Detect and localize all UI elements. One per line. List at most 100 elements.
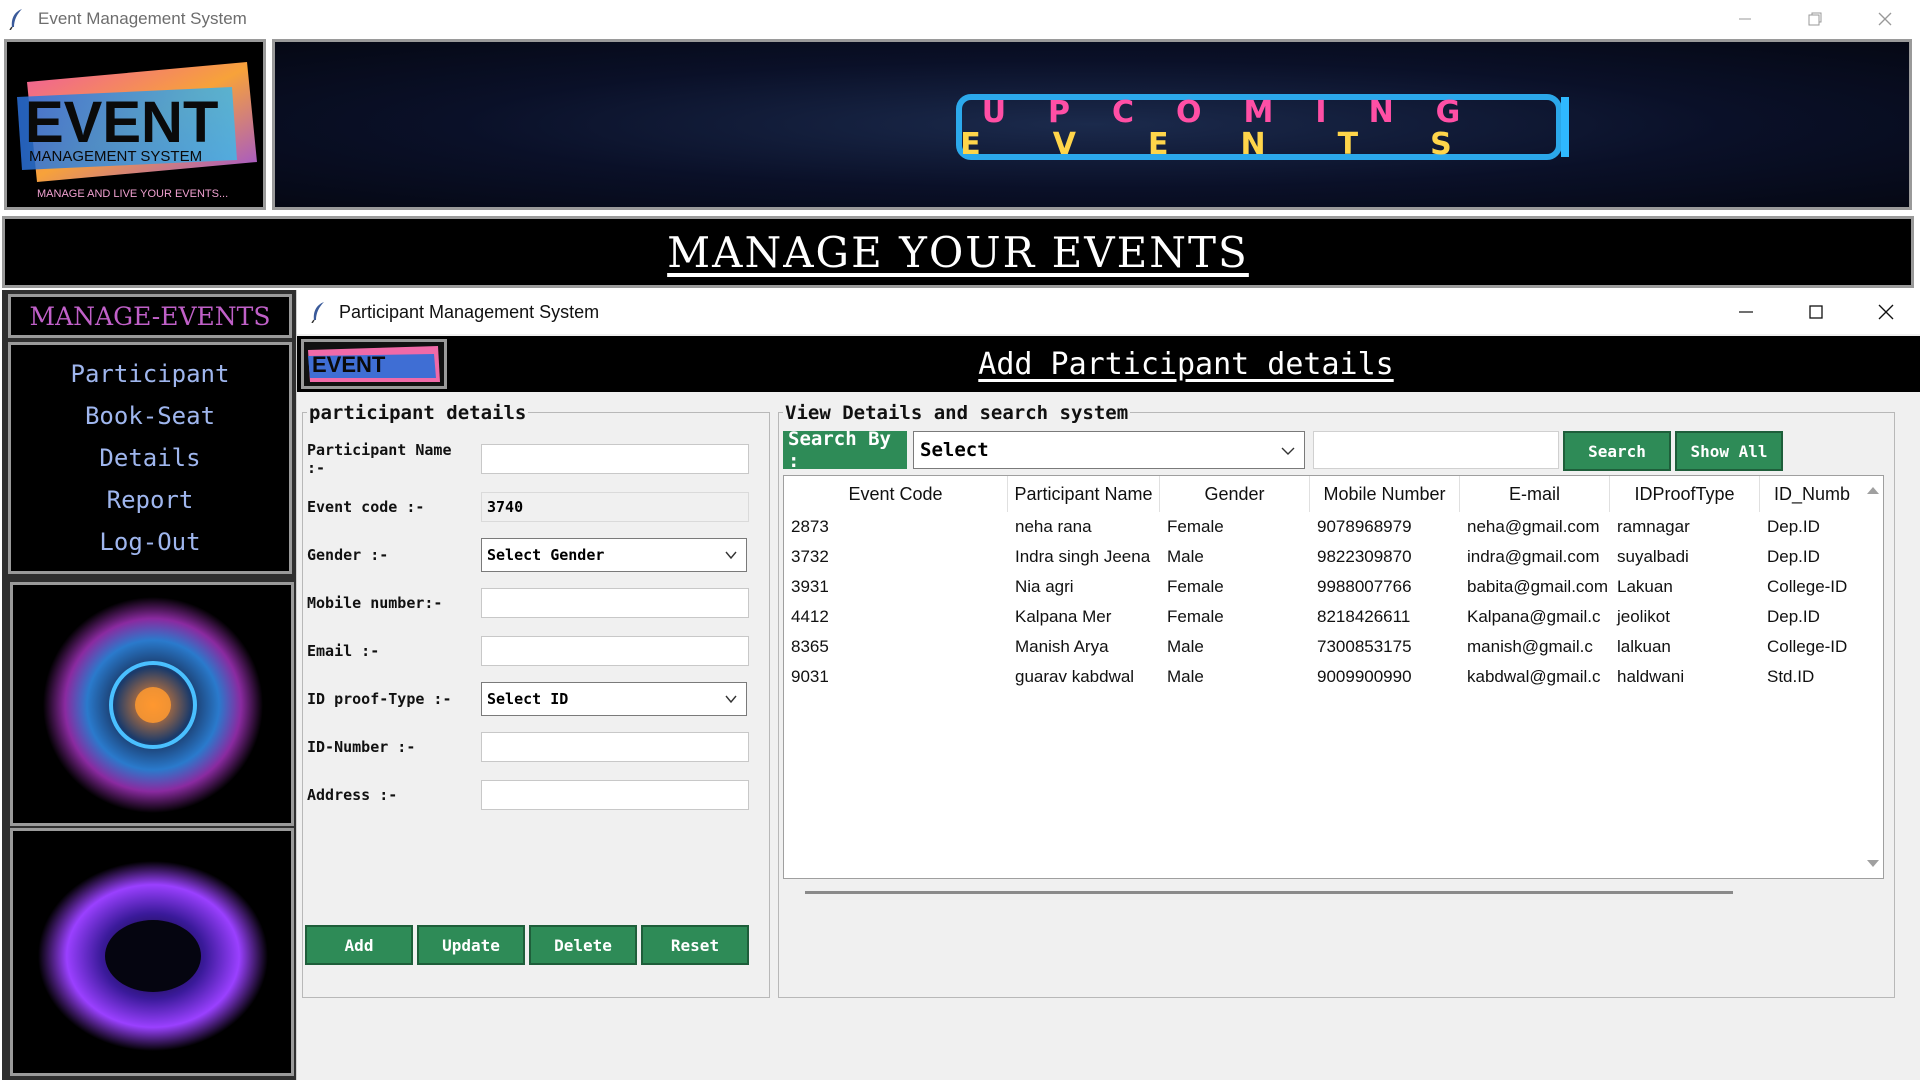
- email-input[interactable]: [481, 636, 749, 666]
- upcoming-events-graphic: UPCOMING EVENTS: [956, 94, 1569, 162]
- column-header-id-proof-type[interactable]: IDProofType: [1610, 476, 1760, 512]
- main-window-controls: [1710, 0, 1920, 37]
- search-button[interactable]: Search: [1563, 431, 1671, 471]
- sidebar-item-book-seat[interactable]: Book-Seat: [85, 395, 215, 437]
- close-icon: [1878, 12, 1892, 25]
- participant-details-title: participant details: [307, 402, 529, 424]
- email-label: Email :-: [307, 642, 380, 660]
- manage-events-bar: MANAGE YOUR EVENTS: [2, 216, 1914, 288]
- cell-gender: Male: [1167, 637, 1204, 656]
- sidebar: MANAGE-EVENTS Participant Book-Seat Deta…: [2, 290, 296, 1080]
- gender-select-value: Select Gender: [487, 546, 605, 564]
- address-label: Address :-: [307, 786, 398, 804]
- participant-management-window: Participant Management System EVENT Add …: [296, 290, 1920, 1080]
- table-row[interactable]: 8365 Manish Arya Male 7300853175 manish@…: [784, 632, 1865, 662]
- cell-id-number: College-ID: [1767, 637, 1848, 656]
- event-logo-graphic: EVENT MANAGEMENT SYSTEM MANAGE AND LIVE …: [17, 62, 257, 200]
- participant-name-input[interactable]: [481, 444, 749, 474]
- small-event-logo: EVENT: [301, 339, 447, 389]
- cell-id-proof-type: ramnagar: [1617, 517, 1690, 536]
- sidebar-item-participant[interactable]: Participant: [71, 353, 230, 395]
- search-by-value: Select: [920, 439, 989, 461]
- add-button[interactable]: Add: [305, 925, 413, 965]
- sidebar-item-details[interactable]: Details: [99, 437, 200, 479]
- cell-id-proof-type: jeolikot: [1617, 607, 1670, 626]
- table-row[interactable]: 9031 guarav kabdwal Male 9009900990 kabd…: [784, 662, 1865, 692]
- cell-email: indra@gmail.com: [1467, 547, 1600, 566]
- scroll-down-arrow-icon[interactable]: [1863, 854, 1883, 874]
- cell-mobile: 7300853175: [1317, 637, 1412, 656]
- table-row[interactable]: 4412 Kalpana Mer Female 8218426611 Kalpa…: [784, 602, 1865, 632]
- maximize-icon: [1809, 305, 1823, 319]
- cell-email: kabdwal@gmail.c: [1467, 667, 1601, 686]
- close-button[interactable]: [1850, 0, 1920, 37]
- table-row[interactable]: 3732 Indra singh Jeena Male 9822309870 i…: [784, 542, 1865, 572]
- id-number-input[interactable]: [481, 732, 749, 762]
- child-window-titlebar: Participant Management System: [297, 290, 1920, 334]
- cell-participant-name: Manish Arya: [1015, 637, 1109, 656]
- table-row[interactable]: 2873 neha rana Female 9078968979 neha@gm…: [784, 512, 1865, 542]
- event-code-label: Event code :-: [307, 498, 425, 516]
- address-input[interactable]: [481, 780, 749, 810]
- id-type-row: ID proof-Type :-: [307, 683, 477, 715]
- cell-participant-name: Indra singh Jeena: [1015, 547, 1151, 566]
- cell-gender: Male: [1167, 547, 1204, 566]
- gender-row: Gender :-: [307, 539, 477, 571]
- child-close-button[interactable]: [1851, 290, 1920, 334]
- form-heading: Add Participant details: [978, 346, 1394, 382]
- page-title: MANAGE YOUR EVENTS: [667, 227, 1249, 277]
- cell-participant-name: neha rana: [1015, 517, 1092, 536]
- column-header-email[interactable]: E-mail: [1460, 476, 1610, 512]
- column-header-participant-name[interactable]: Participant Name: [1008, 476, 1160, 512]
- id-proof-type-select[interactable]: Select ID: [481, 682, 747, 716]
- minimize-button[interactable]: [1710, 0, 1780, 37]
- cell-email: babita@gmail.com: [1467, 577, 1609, 596]
- column-header-gender[interactable]: Gender: [1160, 476, 1310, 512]
- cell-gender: Male: [1167, 667, 1204, 686]
- banner-area: EVENT MANAGEMENT SYSTEM MANAGE AND LIVE …: [0, 37, 1920, 212]
- restore-button[interactable]: [1780, 0, 1850, 37]
- cell-mobile: 9822309870: [1317, 547, 1412, 566]
- update-button[interactable]: Update: [417, 925, 525, 965]
- table-horizontal-scrollbar[interactable]: [805, 891, 1733, 894]
- sidebar-item-report[interactable]: Report: [107, 479, 194, 521]
- reset-button[interactable]: Reset: [641, 925, 749, 965]
- cell-gender: Female: [1167, 577, 1224, 596]
- child-minimize-button[interactable]: [1711, 290, 1781, 334]
- main-window-title: Event Management System: [38, 8, 247, 28]
- svg-text:MANAGE AND LIVE YOUR EVENTS...: MANAGE AND LIVE YOUR EVENTS...: [37, 188, 228, 200]
- event-code-row: Event code :-: [307, 491, 477, 523]
- table-vertical-scrollbar[interactable]: [1863, 476, 1883, 878]
- search-input[interactable]: [1313, 431, 1559, 469]
- id-number-label: ID-Number :-: [307, 738, 416, 756]
- event-code-field[interactable]: 3740: [481, 492, 749, 522]
- cell-event-code: 2873: [791, 517, 829, 536]
- show-all-button[interactable]: Show All: [1675, 431, 1783, 471]
- chevron-down-icon: [1281, 447, 1295, 455]
- decorative-orb-image: [10, 582, 294, 826]
- participant-details-frame: participant details Participant Name :- …: [302, 402, 770, 998]
- gender-select[interactable]: Select Gender: [481, 538, 747, 572]
- scroll-up-arrow-icon[interactable]: [1863, 480, 1883, 500]
- column-header-event-code[interactable]: Event Code: [784, 476, 1008, 512]
- child-window-controls: [1711, 290, 1920, 334]
- cell-id-proof-type: haldwani: [1617, 667, 1685, 686]
- table-body: 2873 neha rana Female 9078968979 neha@gm…: [784, 512, 1865, 692]
- column-header-id-number[interactable]: ID_Numb: [1760, 476, 1865, 512]
- svg-text:MANAGEMENT SYSTEM: MANAGEMENT SYSTEM: [29, 148, 202, 165]
- child-maximize-button[interactable]: [1781, 290, 1851, 334]
- search-by-select[interactable]: Select: [913, 431, 1305, 469]
- mobile-number-input[interactable]: [481, 588, 749, 618]
- cell-gender: Female: [1167, 517, 1224, 536]
- cell-participant-name: Nia agri: [1015, 577, 1074, 596]
- cell-gender: Female: [1167, 607, 1224, 626]
- minimize-icon: [1739, 18, 1751, 19]
- column-header-mobile-number[interactable]: Mobile Number: [1310, 476, 1460, 512]
- sidebar-item-log-out[interactable]: Log-Out: [99, 521, 200, 563]
- table-row[interactable]: 3931 Nia agri Female 9988007766 babita@g…: [784, 572, 1865, 602]
- close-icon: [1878, 304, 1894, 320]
- address-row: Address :-: [307, 779, 477, 811]
- svg-text:EVENT: EVENT: [25, 90, 218, 155]
- delete-button[interactable]: Delete: [529, 925, 637, 965]
- cell-id-proof-type: Lakuan: [1617, 577, 1673, 596]
